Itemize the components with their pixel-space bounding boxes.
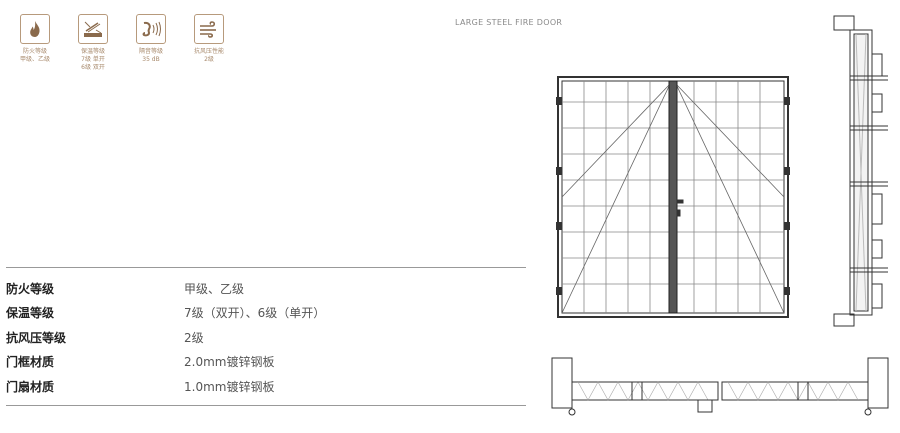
feature-wind-rating: 抗风压性能 2级 [180, 14, 238, 72]
flame-icon [20, 14, 50, 44]
feature-fire-rating: 防火等级 甲级、乙级 [6, 14, 64, 72]
spec-row: 抗风压等级 2级 [6, 325, 526, 350]
spec-value: 1.0mm镀锌钢板 [184, 379, 275, 394]
product-title: LARGE STEEL FIRE DOOR [455, 18, 563, 27]
door-plan-section-drawing [551, 357, 889, 416]
wind-icon [194, 14, 224, 44]
insulation-icon [78, 14, 108, 44]
spec-table: 防火等级 甲级、乙级 保温等级 7级（双开）、6级（单开） 抗风压等级 2级 门… [6, 267, 526, 406]
spec-row: 保温等级 7级（双开）、6级（单开） [6, 301, 526, 326]
feature-insulation-rating: 保温等级 7级 单开 6级 双开 [64, 14, 122, 72]
feature-caption-line: 防火等级 [22, 48, 47, 55]
sound-wave-icon [136, 14, 166, 44]
spec-value: 2.0mm镀锌钢板 [184, 355, 275, 370]
spec-row: 防火等级 甲级、乙级 [6, 276, 526, 301]
feature-caption-line: 35 dB [142, 56, 160, 63]
spec-label: 抗风压等级 [6, 330, 67, 345]
feature-caption-line: 甲级、乙级 [19, 56, 50, 63]
feature-sound-rating: 隔音等级 35 dB [122, 14, 180, 72]
feature-caption-line: 2级 [204, 56, 214, 63]
spec-value: 7级（双开）、6级（单开） [184, 306, 326, 321]
door-elevation-drawing [556, 76, 790, 318]
feature-caption-line: 7级 单开 [81, 56, 105, 63]
feature-icon-row: 防火等级 甲级、乙级 保温等级 7级 单开 6级 双开 隔音等级 35 dB 抗… [6, 14, 238, 72]
feature-caption-line: 抗风压性能 [193, 48, 224, 55]
spec-value: 2级 [184, 330, 204, 345]
spec-label: 保温等级 [6, 306, 55, 321]
feature-caption-line: 隔音等级 [138, 48, 163, 55]
spec-label: 门扇材质 [6, 379, 55, 394]
feature-caption-line: 6级 双开 [81, 64, 105, 71]
spec-label: 门框材质 [6, 355, 55, 370]
feature-caption-line: 保温等级 [80, 48, 105, 55]
spec-row: 门扇材质 1.0mm镀锌钢板 [6, 374, 526, 399]
door-side-section-drawing [833, 15, 888, 327]
spec-row: 门框材质 2.0mm镀锌钢板 [6, 350, 526, 375]
spec-label: 防火等级 [6, 281, 55, 296]
spec-value: 甲级、乙级 [184, 281, 245, 296]
